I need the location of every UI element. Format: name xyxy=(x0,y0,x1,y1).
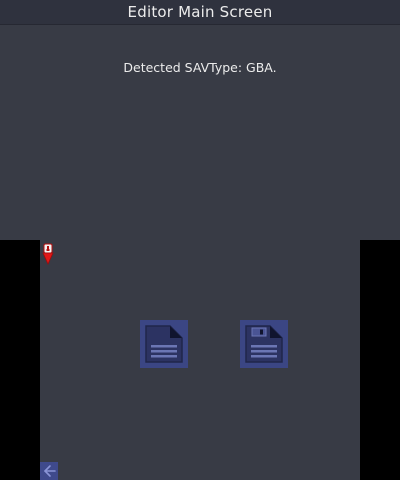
bottom-screen xyxy=(40,240,360,480)
battery-icon xyxy=(42,243,54,265)
app-root: Editor Main Screen Detected SAVType: GBA… xyxy=(0,0,400,480)
back-arrow-icon xyxy=(40,462,58,480)
write-save-button[interactable] xyxy=(240,320,288,368)
document-icon xyxy=(140,320,188,368)
status-message: Detected SAVType: GBA. xyxy=(123,60,277,75)
save-disk-icon xyxy=(240,320,288,368)
back-button[interactable] xyxy=(40,462,58,480)
page-title: Editor Main Screen xyxy=(0,0,400,25)
top-screen: Editor Main Screen Detected SAVType: GBA… xyxy=(0,0,400,240)
open-save-button[interactable] xyxy=(140,320,188,368)
